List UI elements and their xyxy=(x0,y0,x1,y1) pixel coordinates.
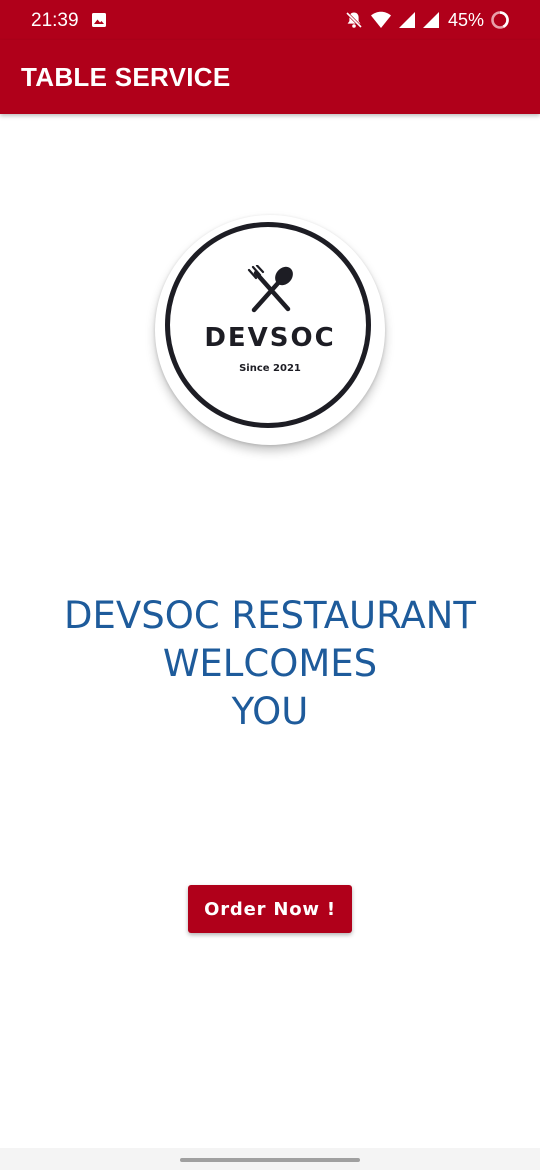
welcome-line-3: YOU xyxy=(231,690,309,733)
navigation-bar xyxy=(0,1148,540,1170)
status-icons: 45% xyxy=(344,8,510,32)
bell-muted-icon xyxy=(345,11,363,29)
gallery-icon xyxy=(92,13,106,27)
battery-ring-icon xyxy=(491,11,509,29)
welcome-message: DEVSOC RESTAURANT WELCOMES YOU xyxy=(0,592,540,736)
battery-percent: 45% xyxy=(447,9,484,30)
logo-since: Since 2021 xyxy=(239,363,301,374)
wifi-icon xyxy=(370,11,391,28)
welcome-line-1: DEVSOC RESTAURANT xyxy=(64,594,476,637)
home-indicator[interactable] xyxy=(180,1158,360,1162)
order-now-button[interactable]: Order Now ! xyxy=(188,885,352,933)
app-bar: TABLE SERVICE xyxy=(0,40,540,114)
logo-name: DEVSOC xyxy=(204,323,336,353)
fork-spoon-icon xyxy=(247,265,293,313)
signal-icon xyxy=(422,12,439,28)
page-title: TABLE SERVICE xyxy=(21,62,231,92)
signal-icon xyxy=(398,12,415,28)
restaurant-logo: DEVSOC Since 2021 xyxy=(155,215,385,445)
status-bar: 21:39 45% xyxy=(0,0,540,40)
status-time: 21:39 xyxy=(31,10,79,31)
welcome-line-2: WELCOMES xyxy=(162,642,378,685)
